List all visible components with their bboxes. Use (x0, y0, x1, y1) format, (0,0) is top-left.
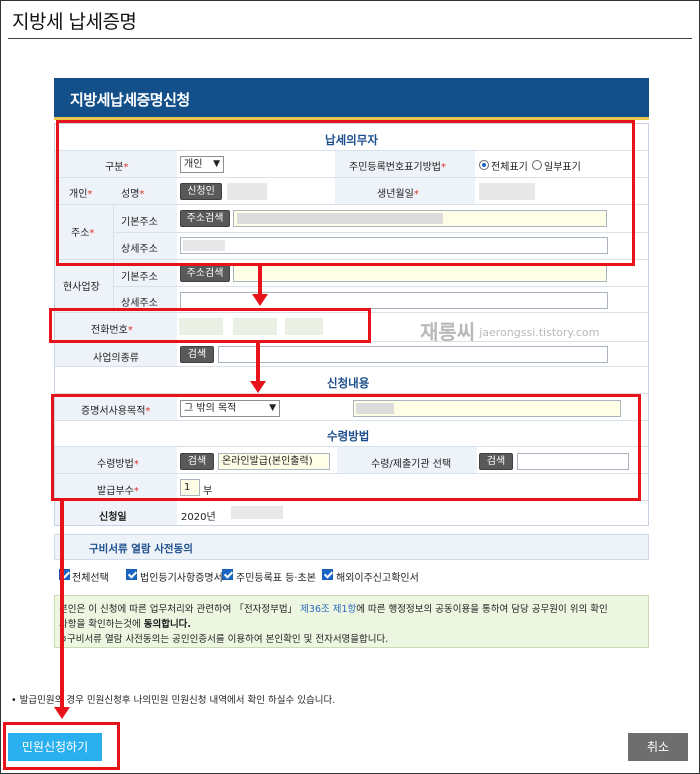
biz-type-search-button[interactable]: 검색 (180, 346, 214, 363)
biz-detail-address-label: 상세주소 (121, 298, 158, 309)
watermark-url: jaerongssi.tistory.com (479, 326, 600, 339)
notice-line-3: ※구비서류 열람 사전동의는 공인인증서를 이용하여 본인확인 및 전자서명을합… (59, 634, 389, 645)
consent-notice: 본인은 이 신청에 따른 업무처리와 관련하여 「전자정부법」 제36조 제1항… (54, 595, 649, 648)
annotation-box-submit (3, 722, 120, 770)
corp-registry-checkbox[interactable] (126, 569, 137, 580)
notice-line-1: 본인은 이 신청에 따른 업무처리와 관련하여 「전자정부법」 제36조 제1항… (59, 604, 608, 615)
annotation-box-phone (49, 308, 371, 343)
form-header: 지방세납세증명신청 (54, 78, 649, 120)
biz-base-address-input[interactable] (233, 265, 607, 282)
cancel-button[interactable]: 취소 (628, 733, 688, 761)
date-label: 신청일 (99, 512, 127, 523)
page-title: 지방세 납세증명 (12, 11, 137, 33)
section-application: 신청내용 (327, 376, 370, 390)
consent-title: 구비서류 열람 사전동의 (89, 543, 193, 555)
watermark: 재롱씨 jaerongssi.tistory.com (420, 316, 599, 345)
emigration-label: 해외이주신고확인서 (336, 573, 419, 584)
annotation-arrow-1-head (252, 294, 268, 306)
title-divider (8, 38, 692, 39)
annotation-arrow-3-head (54, 707, 70, 719)
annotation-box-taxpayer (56, 120, 635, 266)
annotation-box-receive (51, 394, 641, 501)
corp-registry-label: 법인등기사항증명서 (140, 573, 223, 584)
biz-address-search-button[interactable]: 주소검색 (180, 265, 230, 282)
annotation-arrow-2-head (250, 381, 266, 393)
biz-type-label: 사업의종류 (93, 353, 139, 364)
date-detail (231, 506, 283, 519)
notice-line-2: 사항을 확인하는것에 동의합니다. (59, 619, 192, 630)
date-value: 2020년 (181, 512, 216, 523)
emigration-checkbox[interactable] (322, 569, 333, 580)
business-label: 현사업장 (63, 282, 100, 293)
resident-record-label: 주민등록표 등·초본 (236, 573, 316, 584)
annotation-arrow-2 (256, 343, 260, 381)
annotation-arrow-1 (258, 266, 262, 294)
consent-header: 구비서류 열람 사전동의 (54, 534, 649, 560)
biz-base-address-label: 기본주소 (121, 272, 158, 283)
annotation-arrow-3 (60, 501, 64, 707)
resident-record-checkbox[interactable] (222, 569, 233, 580)
watermark-korean: 재롱씨 (420, 320, 476, 344)
form-title: 지방세납세증명신청 (70, 91, 190, 109)
biz-detail-address-input[interactable] (180, 292, 608, 309)
consent-checkboxes: 전체선택 법인등기사항증명서 주민등록표 등·초본 해외이주신고확인서 (54, 560, 649, 588)
select-all-label: 전체선택 (72, 573, 109, 584)
biz-type-input[interactable] (218, 346, 608, 363)
